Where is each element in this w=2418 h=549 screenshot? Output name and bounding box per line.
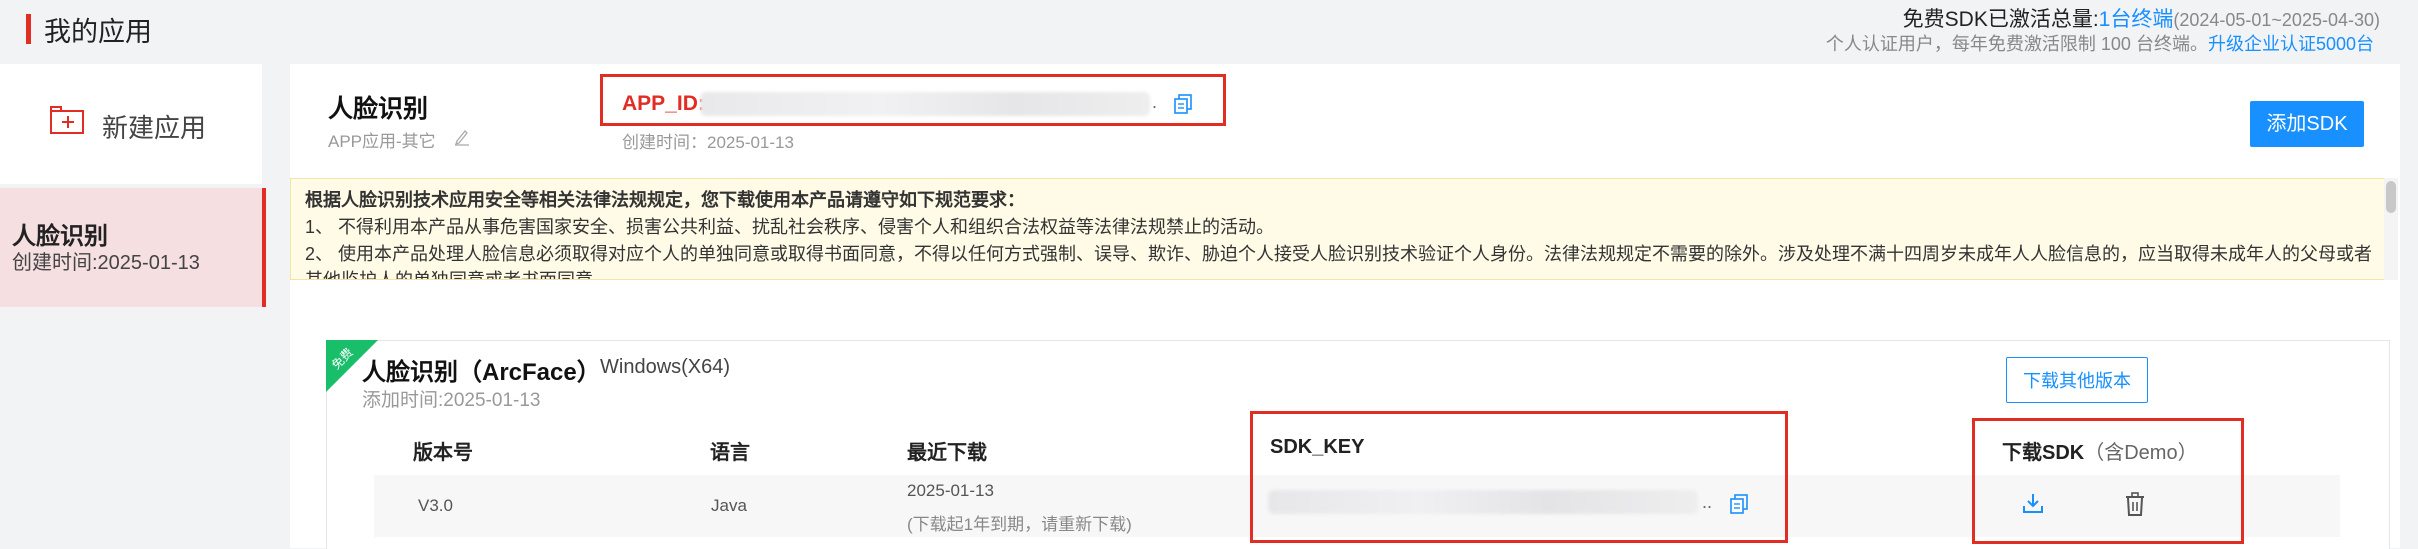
quota-value-link[interactable]: 1台终端 [2099, 8, 2174, 31]
title-accent-bar [26, 14, 31, 44]
download-other-versions-button[interactable]: 下载其他版本 [2006, 357, 2148, 403]
edit-icon[interactable] [454, 128, 470, 146]
notice-scrollbar[interactable] [2384, 178, 2398, 280]
upgrade-link[interactable]: 升级企业认证5000台 [2208, 34, 2374, 54]
new-app-button[interactable]: 新建应用 [0, 64, 262, 184]
page-title: 我的应用 [44, 17, 152, 47]
new-app-icon [50, 106, 84, 134]
sdk-key-highlight [1250, 411, 1788, 543]
cell-download-note: (下载起1年到期，请重新下载) [907, 515, 1132, 534]
copy-icon[interactable] [1730, 494, 1748, 514]
sidebar-item-created: 创建时间:2025-01-13 [12, 252, 200, 274]
notice-line-3: 其他监护人的单独同意或者书面同意。 [305, 270, 611, 280]
notice-line-2: 2、 使用本产品处理人脸信息必须取得对应个人的单独同意或取得书面同意，不得以任何… [305, 244, 2372, 264]
cell-language: Java [711, 496, 747, 515]
sdk-platform: Windows(X64) [600, 356, 731, 378]
app-type: APP应用-其它 [328, 132, 436, 151]
quota-note: 个人认证用户，每年免费激活限制 100 台终端。 [1825, 34, 2208, 54]
column-header-recent-download: 最近下载 [907, 442, 987, 464]
download-icon[interactable] [2022, 492, 2044, 514]
sidebar-item-face-recognition[interactable]: 人脸识别 创建时间:2025-01-13 [0, 188, 266, 307]
quota-note-line: 个人认证用户，每年免费激活限制 100 台终端。升级企业认证5000台 [1826, 30, 2374, 56]
notice-title: 根据人脸识别技术应用安全等相关法律法规规定，您下载使用本产品请遵守如下规范要求： [305, 190, 1025, 210]
app-name: 人脸识别 [328, 95, 429, 123]
scrollbar-thumb[interactable] [2386, 181, 2396, 213]
column-header-version: 版本号 [413, 442, 473, 464]
cell-version: V3.0 [418, 496, 453, 515]
sdk-name: 人脸识别（ArcFace） [362, 359, 601, 386]
sdk-added-time: 添加时间:2025-01-13 [362, 390, 541, 411]
sdk-key-suffix: .. [1702, 492, 1713, 512]
cell-download-date: 2025-01-13 [907, 481, 994, 500]
quota-summary: 免费SDK已激活总量:1台终端(2024-05-01~2025-04-30) [1903, 3, 2380, 33]
notice-line-1: 1、 不得利用本产品从事危害国家安全、损害公共利益、扰乱社会秩序、侵害个人和组织… [305, 217, 1275, 237]
new-app-label: 新建应用 [102, 113, 207, 143]
app-id-label: APP_ID: [622, 92, 705, 115]
app-created-time: 创建时间：2025-01-13 [622, 133, 794, 152]
quota-period: (2024-05-01~2025-04-30) [2173, 10, 2380, 30]
app-id-value-redacted [700, 92, 1150, 116]
copy-icon[interactable] [1174, 94, 1192, 114]
app-id-suffix: . [1152, 92, 1158, 112]
add-sdk-button[interactable]: 添加SDK [2250, 101, 2364, 147]
legal-notice: 根据人脸识别技术应用安全等相关法律法规规定，您下载使用本产品请遵守如下规范要求：… [290, 178, 2398, 280]
download-sdk-highlight [1972, 418, 2244, 544]
trash-icon[interactable] [2124, 492, 2146, 516]
column-header-language: 语言 [710, 442, 750, 464]
quota-label: 免费SDK已激活总量: [1902, 8, 2099, 31]
sdk-key-value-redacted [1268, 490, 1698, 514]
